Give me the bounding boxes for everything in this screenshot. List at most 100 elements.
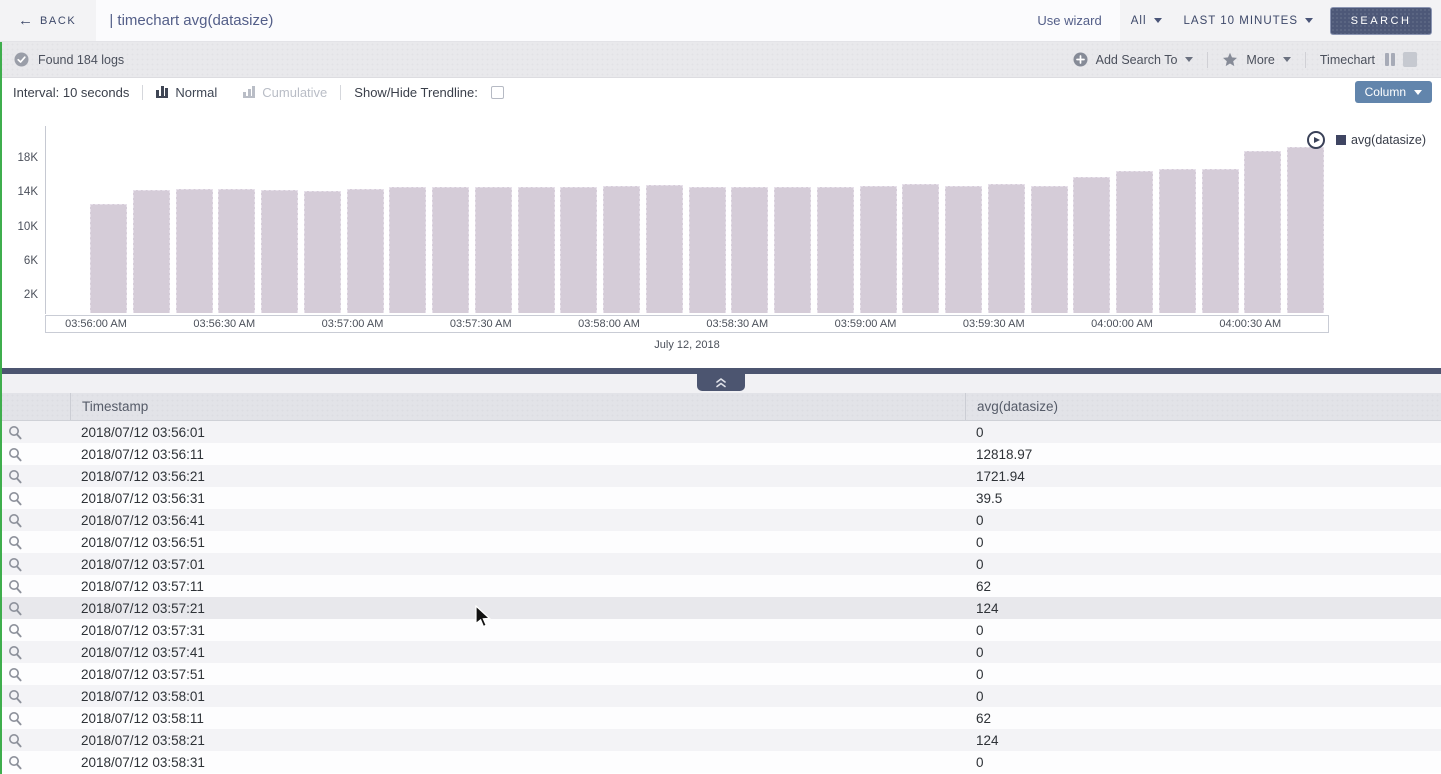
chart-bar[interactable]	[1244, 151, 1281, 313]
row-inspect-button[interactable]	[0, 579, 70, 594]
trendline-label: Show/Hide Trendline:	[354, 85, 478, 100]
chart-bar[interactable]	[1287, 147, 1324, 313]
play-button[interactable]	[1307, 131, 1325, 149]
table-row[interactable]: 2018/07/12 03:58:1162	[0, 707, 1441, 729]
found-logs-text: Found 184 logs	[38, 53, 124, 67]
time-range-dropdown[interactable]: LAST 10 MINUTES	[1173, 0, 1325, 41]
chevron-down-icon	[1283, 57, 1291, 62]
row-inspect-button[interactable]	[0, 755, 70, 770]
chart-controls: Interval: 10 seconds Normal Cumulative S…	[0, 78, 1441, 106]
table-row[interactable]: 2018/07/12 03:56:1112818.97	[0, 443, 1441, 465]
row-inspect-button[interactable]	[0, 733, 70, 748]
table-row[interactable]: 2018/07/12 03:56:510	[0, 531, 1441, 553]
table-row[interactable]: 2018/07/12 03:58:310	[0, 751, 1441, 773]
chart-bar[interactable]	[432, 187, 469, 313]
back-arrow-icon: ←	[18, 13, 33, 28]
table-view-icon[interactable]	[1403, 52, 1417, 67]
star-icon	[1222, 52, 1238, 67]
chart-bar[interactable]	[1031, 186, 1068, 313]
row-inspect-button[interactable]	[0, 535, 70, 550]
x-tick-label: 03:57:00 AM	[322, 318, 384, 330]
table-row[interactable]: 2018/07/12 03:57:410	[0, 641, 1441, 663]
trendline-checkbox[interactable]	[491, 86, 504, 99]
x-tick-label: 03:58:30 AM	[706, 318, 768, 330]
table-row[interactable]: 2018/07/12 03:58:21124	[0, 729, 1441, 751]
row-inspect-button[interactable]	[0, 491, 70, 506]
chart-bar[interactable]	[689, 187, 726, 313]
chart-bar[interactable]	[133, 190, 170, 313]
value-cell: 0	[965, 425, 1441, 440]
legend-label: avg(datasize)	[1351, 133, 1426, 147]
more-dropdown[interactable]: More	[1208, 52, 1304, 67]
back-label: BACK	[40, 15, 76, 27]
chart-bar[interactable]	[176, 189, 213, 313]
table-row[interactable]: 2018/07/12 03:56:010	[0, 421, 1441, 443]
chart-bar[interactable]	[1073, 177, 1110, 313]
chart-bar[interactable]	[261, 190, 298, 313]
value-cell: 0	[965, 535, 1441, 550]
chart-bar[interactable]	[860, 186, 897, 313]
chart-bar[interactable]	[304, 191, 341, 313]
chart-bar[interactable]	[603, 186, 640, 313]
x-tick-label: 03:59:00 AM	[835, 318, 897, 330]
row-inspect-button[interactable]	[0, 711, 70, 726]
chart-legend[interactable]: avg(datasize)	[1336, 133, 1426, 147]
table-row[interactable]: 2018/07/12 03:56:410	[0, 509, 1441, 531]
chart-bar[interactable]	[1159, 169, 1196, 313]
timestamp-cell: 2018/07/12 03:57:11	[70, 579, 965, 594]
row-inspect-button[interactable]	[0, 557, 70, 572]
chart-bar[interactable]	[218, 189, 255, 313]
chart-bar[interactable]	[560, 187, 597, 313]
chart-bar[interactable]	[646, 185, 683, 313]
add-search-to-dropdown[interactable]: Add Search To	[1059, 52, 1208, 67]
table-row[interactable]: 2018/07/12 03:56:3139.5	[0, 487, 1441, 509]
chart-bar[interactable]	[731, 187, 768, 313]
row-inspect-button[interactable]	[0, 447, 70, 462]
table-row[interactable]: 2018/07/12 03:56:211721.94	[0, 465, 1441, 487]
row-inspect-button[interactable]	[0, 667, 70, 682]
row-inspect-button[interactable]	[0, 513, 70, 528]
search-button[interactable]: SEARCH	[1330, 7, 1432, 35]
chart-bar[interactable]	[902, 184, 939, 313]
use-wizard-link[interactable]: Use wizard	[1037, 13, 1119, 28]
row-inspect-button[interactable]	[0, 623, 70, 638]
more-label: More	[1246, 53, 1274, 67]
chart-bar[interactable]	[90, 204, 127, 313]
normal-mode-button[interactable]: Normal	[143, 85, 230, 100]
row-inspect-button[interactable]	[0, 689, 70, 704]
chart-bar[interactable]	[1116, 171, 1153, 313]
chart-bar[interactable]	[389, 187, 426, 313]
table-row[interactable]: 2018/07/12 03:57:310	[0, 619, 1441, 641]
row-inspect-button[interactable]	[0, 469, 70, 484]
value-column-header: avg(datasize)	[965, 393, 1441, 420]
chart-bar[interactable]	[988, 184, 1025, 313]
back-button[interactable]: ← BACK	[0, 0, 96, 41]
cumulative-mode-button[interactable]: Cumulative	[230, 85, 340, 100]
log-scope-dropdown[interactable]: All	[1120, 0, 1173, 41]
chart-bar[interactable]	[817, 187, 854, 313]
table-row[interactable]: 2018/07/12 03:57:510	[0, 663, 1441, 685]
normal-label: Normal	[175, 85, 217, 100]
table-row[interactable]: 2018/07/12 03:57:1162	[0, 575, 1441, 597]
table-row[interactable]: 2018/07/12 03:57:21124	[0, 597, 1441, 619]
row-inspect-button[interactable]	[0, 601, 70, 616]
chart-type-dropdown[interactable]: Column	[1355, 81, 1432, 103]
chart-bar[interactable]	[1202, 169, 1239, 313]
chart-view-icon[interactable]	[1383, 52, 1397, 67]
value-cell: 62	[965, 711, 1441, 726]
table-row[interactable]: 2018/07/12 03:57:010	[0, 553, 1441, 575]
search-query-input[interactable]: | timechart avg(datasize) Use wizard	[96, 0, 1119, 41]
chart-bar[interactable]	[475, 187, 512, 313]
value-cell: 0	[965, 513, 1441, 528]
collapse-chart-button[interactable]	[697, 374, 745, 391]
y-axis	[45, 126, 46, 314]
chart-bar[interactable]	[945, 186, 982, 313]
time-range-value: LAST 10 MINUTES	[1184, 15, 1299, 27]
table-row[interactable]: 2018/07/12 03:58:010	[0, 685, 1441, 707]
row-inspect-button[interactable]	[0, 645, 70, 660]
chart-bar[interactable]	[774, 187, 811, 313]
chart-bar[interactable]	[347, 189, 384, 313]
row-inspect-button[interactable]	[0, 425, 70, 440]
chart-bar[interactable]	[518, 187, 555, 313]
magnifier-icon	[8, 513, 22, 528]
